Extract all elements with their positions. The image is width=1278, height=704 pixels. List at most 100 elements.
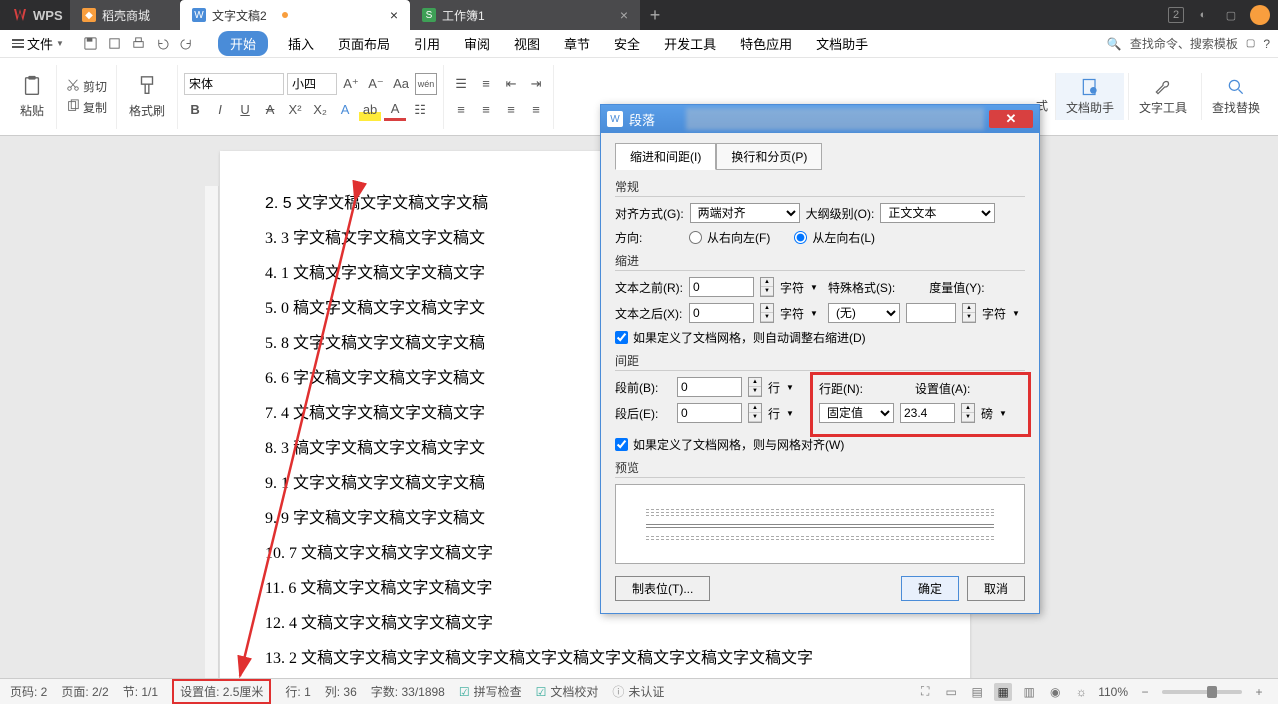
- collapse-ribbon-icon[interactable]: ▢: [1246, 38, 1255, 49]
- status-auth[interactable]: ⓘ未认证: [612, 683, 664, 700]
- eye-icon[interactable]: ◉: [1046, 683, 1064, 701]
- status-spellcheck[interactable]: ☑拼写检查: [459, 683, 522, 700]
- tab-workbook[interactable]: S 工作簿1 ×: [410, 0, 640, 30]
- web-view-icon[interactable]: ▥: [1020, 683, 1038, 701]
- ribbon-tab-assistant[interactable]: 文档助手: [812, 31, 872, 56]
- numbering-button[interactable]: ≡: [475, 73, 497, 95]
- ribbon-tab-special[interactable]: 特色应用: [736, 31, 796, 56]
- ok-button[interactable]: 确定: [901, 576, 959, 601]
- strike-button[interactable]: A: [259, 99, 281, 121]
- spinner[interactable]: ▲▼: [748, 377, 762, 397]
- indent-dec-button[interactable]: ⇤: [500, 73, 522, 95]
- read-view-icon[interactable]: ▭: [942, 683, 960, 701]
- line-spacing-select[interactable]: 固定值: [819, 403, 894, 423]
- status-page-no[interactable]: 页码: 2: [10, 683, 47, 700]
- zoom-slider[interactable]: [1162, 690, 1242, 694]
- dialog-tab-indent[interactable]: 缩进和间距(I): [615, 143, 716, 170]
- sun-icon[interactable]: ☼: [1072, 683, 1090, 701]
- dialog-tab-pagination[interactable]: 换行和分页(P): [716, 143, 822, 170]
- zoom-level[interactable]: 110%: [1098, 685, 1128, 699]
- status-page[interactable]: 页面: 2/2: [61, 683, 108, 700]
- doc-text[interactable]: 13. 2 文稿文字文稿文字文稿文字文稿文字文稿文字文稿文字文稿文字文稿文字: [265, 641, 925, 676]
- status-col[interactable]: 列: 36: [325, 683, 357, 700]
- align-justify-button[interactable]: ≡: [525, 99, 547, 121]
- bullets-button[interactable]: ☰: [450, 73, 472, 95]
- spinner[interactable]: ▲▼: [961, 403, 975, 423]
- outline-view-icon[interactable]: ▤: [968, 683, 986, 701]
- before-text-input[interactable]: [689, 277, 754, 297]
- cut-button[interactable]: 剪切: [63, 76, 110, 97]
- tab-daoke[interactable]: ◆ 稻壳商城: [70, 0, 180, 30]
- copy-button[interactable]: 复制: [63, 97, 110, 118]
- snap-grid-check[interactable]: 如果定义了文档网格，则与网格对齐(W): [615, 436, 1025, 453]
- underline-button[interactable]: U: [234, 99, 256, 121]
- fullscreen-icon[interactable]: ⛶: [916, 683, 934, 701]
- after-para-input[interactable]: [677, 403, 742, 423]
- ribbon-tab-section[interactable]: 章节: [560, 31, 594, 56]
- auto-adjust-indent-check[interactable]: 如果定义了文档网格，则自动调整右缩进(D): [615, 329, 1025, 346]
- set-value-input[interactable]: [900, 403, 955, 423]
- spinner[interactable]: ▲▼: [760, 277, 774, 297]
- shading-button[interactable]: ☷: [409, 99, 431, 121]
- file-menu[interactable]: 文件 ▼: [6, 31, 70, 56]
- align-right-button[interactable]: ≡: [500, 99, 522, 121]
- cancel-button[interactable]: 取消: [967, 576, 1025, 601]
- spinner[interactable]: ▲▼: [748, 403, 762, 423]
- text-tools-button[interactable]: 文字工具: [1128, 73, 1197, 120]
- ltr-radio[interactable]: 从左向右(L): [794, 229, 875, 246]
- ribbon-tab-security[interactable]: 安全: [610, 31, 644, 56]
- new-tab-button[interactable]: +: [640, 5, 670, 26]
- print-preview-icon[interactable]: [104, 33, 126, 55]
- close-button[interactable]: ✕: [989, 110, 1033, 128]
- undo-icon[interactable]: [152, 33, 174, 55]
- status-words[interactable]: 字数: 33/1898: [371, 683, 445, 700]
- doc-assistant-button[interactable]: 文档助手: [1055, 73, 1124, 120]
- font-size-select[interactable]: [287, 73, 337, 95]
- outline-select[interactable]: 正文文本: [880, 203, 995, 223]
- italic-button[interactable]: I: [209, 99, 231, 121]
- font-color-button[interactable]: A: [384, 99, 406, 121]
- doc-text-selected[interactable]: 2. 5 文字文稿文字文稿文字文稿: [265, 195, 488, 212]
- align-select[interactable]: 两端对齐: [690, 203, 800, 223]
- rtl-radio[interactable]: 从右向左(F): [689, 229, 770, 246]
- zoom-out-button[interactable]: −: [1136, 683, 1154, 701]
- ribbon-tab-start[interactable]: 开始: [218, 31, 268, 56]
- format-painter-button[interactable]: 格式刷: [123, 71, 171, 123]
- skin-icon[interactable]: ◐: [1194, 6, 1212, 24]
- vertical-ruler[interactable]: [205, 186, 219, 678]
- status-section[interactable]: 节: 1/1: [123, 683, 158, 700]
- status-set-value-highlighted[interactable]: 设置值: 2.5厘米: [172, 679, 271, 704]
- align-left-button[interactable]: ≡: [450, 99, 472, 121]
- close-icon[interactable]: ×: [620, 7, 628, 23]
- paste-button[interactable]: 粘贴: [14, 71, 50, 123]
- indent-inc-button[interactable]: ⇥: [525, 73, 547, 95]
- shrink-font-icon[interactable]: A⁻: [365, 73, 387, 95]
- before-para-input[interactable]: [677, 377, 742, 397]
- redo-icon[interactable]: [176, 33, 198, 55]
- ribbon-tab-view[interactable]: 视图: [510, 31, 544, 56]
- print-icon[interactable]: [128, 33, 150, 55]
- ribbon-tab-insert[interactable]: 插入: [284, 31, 318, 56]
- find-replace-button[interactable]: 查找替换: [1201, 73, 1270, 120]
- special-select[interactable]: (无): [828, 303, 900, 323]
- ribbon-tab-ref[interactable]: 引用: [410, 31, 444, 56]
- status-proofing[interactable]: ☑文档校对: [536, 683, 599, 700]
- text-effect-button[interactable]: A: [334, 99, 356, 121]
- page-view-icon[interactable]: ▦: [994, 683, 1012, 701]
- ribbon-tab-dev[interactable]: 开发工具: [660, 31, 720, 56]
- bold-button[interactable]: B: [184, 99, 206, 121]
- after-text-input[interactable]: [689, 303, 754, 323]
- font-name-select[interactable]: [184, 73, 284, 95]
- spinner[interactable]: ▲▼: [962, 303, 976, 323]
- ribbon-tab-layout[interactable]: 页面布局: [334, 31, 394, 56]
- search-label[interactable]: 查找命令、搜索模板: [1130, 35, 1238, 52]
- phonetic-icon[interactable]: wén: [415, 73, 437, 95]
- dialog-titlebar[interactable]: W 段落 ✕: [601, 105, 1039, 133]
- highlight-button[interactable]: ab: [359, 99, 381, 121]
- spinner[interactable]: ▲▼: [760, 303, 774, 323]
- save-icon[interactable]: [80, 33, 102, 55]
- tabs-button[interactable]: 制表位(T)...: [615, 576, 710, 601]
- help-icon[interactable]: ?: [1263, 37, 1270, 51]
- close-icon[interactable]: ×: [390, 7, 398, 23]
- tab-doc-active[interactable]: W 文字文稿2 ×: [180, 0, 410, 30]
